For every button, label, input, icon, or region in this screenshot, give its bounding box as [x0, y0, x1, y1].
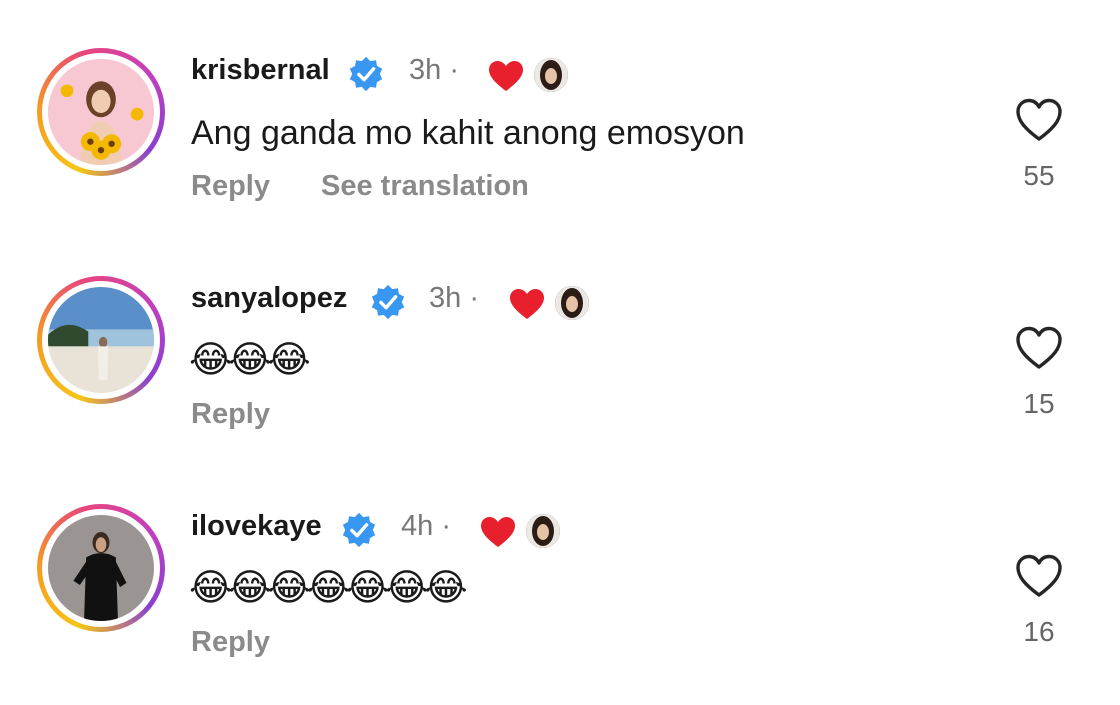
username[interactable]: krisbernal	[191, 54, 330, 87]
avatar-photo	[48, 515, 154, 621]
avatar-photo	[48, 287, 154, 393]
emoji-reaction-text: 😂😂😂😂😂😂😂	[189, 567, 468, 608]
verified-badge-icon	[342, 512, 376, 548]
heart-outline-icon[interactable]	[1015, 554, 1063, 598]
creator-avatar	[526, 514, 560, 548]
avatar[interactable]	[37, 504, 165, 632]
see-translation-button[interactable]: See translation	[321, 170, 529, 203]
avatar-photo	[48, 59, 154, 165]
reply-button[interactable]: Reply	[191, 398, 270, 431]
username[interactable]: sanyalopez	[191, 282, 347, 315]
comment-text: Ang ganda mo kahit anong emosyon	[191, 114, 745, 152]
timestamp: 3h ·	[429, 282, 479, 314]
like-count: 55	[1023, 160, 1055, 191]
heart-filled-icon	[510, 289, 544, 319]
like-count: 15	[1023, 388, 1055, 419]
like-count: 16	[1023, 616, 1055, 647]
comment-item: sanyalopez 3h · 😂😂😂 Reply 15	[0, 228, 1120, 456]
creator-avatar	[534, 58, 568, 92]
comment-item: ilovekaye 4h · 😂😂😂😂😂😂😂 Reply 16	[0, 456, 1120, 684]
reply-button[interactable]: Reply	[191, 170, 270, 203]
heart-outline-icon[interactable]	[1015, 98, 1063, 142]
heart-outline-icon[interactable]	[1015, 326, 1063, 370]
heart-filled-icon	[481, 517, 515, 547]
heart-filled-icon	[489, 61, 523, 91]
timestamp: 3h ·	[409, 54, 459, 86]
verified-badge-icon	[371, 284, 405, 320]
comment-item: krisbernal 3h · Ang ganda mo kahit anong…	[0, 0, 1120, 228]
verified-badge-icon	[349, 56, 383, 92]
timestamp: 4h ·	[401, 510, 451, 542]
emoji-reaction-text: 😂😂😂	[189, 339, 311, 380]
creator-avatar	[555, 286, 589, 320]
username[interactable]: ilovekaye	[191, 510, 322, 543]
avatar[interactable]	[37, 276, 165, 404]
reply-button[interactable]: Reply	[191, 626, 270, 659]
avatar[interactable]	[37, 48, 165, 176]
